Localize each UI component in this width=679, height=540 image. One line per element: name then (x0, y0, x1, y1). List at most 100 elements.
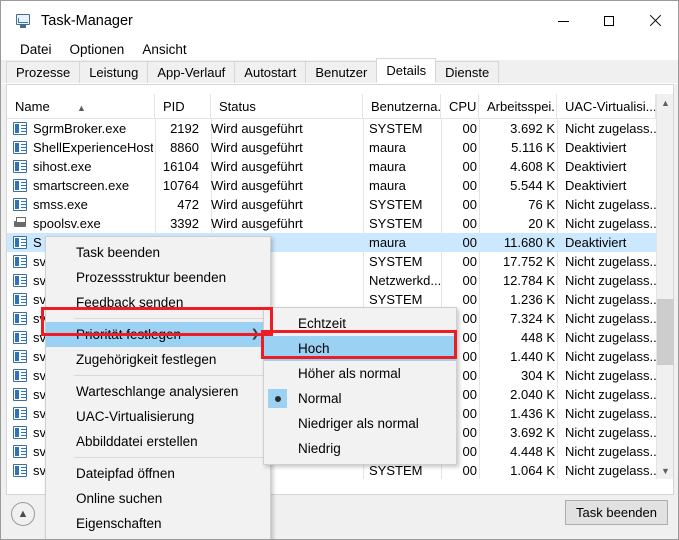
cell-user: SYSTEM (369, 197, 423, 212)
cell-uac: Nicht zugelass... (565, 330, 656, 345)
scroll-up-button[interactable]: ▲ (657, 94, 674, 111)
column-header-cpu[interactable]: CPU (441, 94, 479, 119)
priority-submenu-item[interactable]: Höher als normal (264, 361, 456, 386)
cell-mem: 1.440 K (510, 349, 555, 364)
context-menu[interactable]: Task beenden Prozessstruktur beenden Feedb… (45, 236, 271, 539)
tab-benutzer[interactable]: Benutzer (305, 61, 378, 83)
priority-submenu-item[interactable]: Niedrig (264, 436, 456, 461)
cell-mem: 12.784 K (502, 273, 555, 288)
context-menu-separator (74, 457, 268, 458)
context-menu-item[interactable]: Task beenden (46, 240, 270, 265)
cell-name: ShellExperienceHost.... (33, 140, 153, 155)
tab-leistung[interactable]: Leistung (79, 61, 149, 83)
tab-dienste[interactable]: Dienste (435, 61, 500, 83)
tab-app-verlauf[interactable]: App-Verlauf (147, 61, 236, 83)
context-menu-item[interactable]: Feedback senden (46, 290, 270, 315)
cell-user: SYSTEM (369, 254, 423, 269)
cell-status: Wird ausgeführt (211, 216, 303, 231)
app-icon (13, 255, 27, 268)
menu-item-ansicht[interactable]: Ansicht (133, 40, 195, 59)
cell-pid: 8860 (170, 140, 199, 155)
context-menu-item-label: Feedback senden (76, 295, 184, 310)
app-icon (13, 198, 27, 211)
context-menu-item[interactable]: Zugehörigkeit festlegen (46, 347, 270, 372)
fewer-details-button[interactable]: ▲ (11, 502, 35, 526)
table-row[interactable]: spoolsv.exe 3392 Wird ausgeführt SYSTEM 00 20… (7, 214, 656, 233)
app-icon (13, 274, 27, 287)
sort-ascending-icon: ▲ (77, 103, 86, 113)
table-row[interactable]: SgrmBroker.exe 2192 Wird ausgeführt SYSTEM 0… (7, 119, 656, 138)
cell-uac: Nicht zugelass... (565, 254, 656, 269)
cell-cpu: 00 (462, 140, 477, 155)
menu-item-datei[interactable]: Datei (11, 40, 61, 59)
tab-autostart[interactable]: Autostart (234, 61, 307, 83)
cell-cpu: 00 (462, 273, 477, 288)
end-task-button[interactable]: Task beenden (565, 500, 668, 525)
priority-submenu-item-label: Normal (298, 391, 342, 406)
minimize-button[interactable] (540, 1, 586, 41)
column-header-uac-virtualisierung[interactable]: UAC-Virtualisi... (557, 94, 656, 119)
app-icon (13, 350, 27, 363)
cell-mem: 76 K (528, 197, 555, 212)
cell-uac: Deaktiviert (565, 140, 627, 155)
context-menu-item[interactable]: Abbilddatei erstellen (46, 429, 270, 454)
priority-submenu[interactable]: Echtzeit Hoch Höher als normal Normal Niedri… (263, 307, 457, 465)
cell-cpu: 00 (462, 254, 477, 269)
app-icon (13, 160, 27, 173)
cell-name: smss.exe (33, 197, 88, 212)
priority-submenu-item[interactable]: Echtzeit (264, 311, 456, 336)
column-header-status[interactable]: Status (211, 94, 363, 119)
close-button[interactable] (632, 1, 678, 41)
cell-user: SYSTEM (369, 216, 423, 231)
cell-uac: Nicht zugelass... (565, 463, 656, 478)
window-title: Task-Manager (41, 13, 133, 29)
cell-uac: Nicht zugelass... (565, 444, 656, 459)
scroll-down-button[interactable]: ▼ (657, 462, 674, 479)
table-row[interactable]: smartscreen.exe 10764 Wird ausgeführt maura… (7, 176, 656, 195)
context-menu-item-label: Prozessstruktur beenden (76, 270, 227, 285)
cell-status: Wird ausgeführt (211, 140, 303, 155)
app-icon (13, 312, 27, 325)
column-header-arbeitsspeicher[interactable]: Arbeitsspei... (479, 94, 557, 119)
app-icon (13, 179, 27, 192)
column-header-name[interactable]: Name ▲ (7, 94, 155, 119)
context-menu-item[interactable]: Eigenschaften (46, 511, 270, 536)
context-menu-item-label: Eigenschaften (76, 516, 162, 531)
cell-name: SgrmBroker.exe (33, 121, 127, 136)
tab-prozesse[interactable]: Prozesse (6, 61, 81, 83)
column-header-benutzername[interactable]: Benutzerna... (363, 94, 441, 119)
priority-submenu-item[interactable]: Niedriger als normal (264, 411, 456, 436)
cell-user: maura (369, 159, 406, 174)
context-menu-separator (74, 318, 268, 319)
printer-icon (13, 217, 27, 230)
context-menu-item[interactable]: Online suchen (46, 486, 270, 511)
column-header-name-label: Name (15, 99, 50, 114)
app-icon (13, 426, 27, 439)
priority-submenu-item-label: Höher als normal (298, 366, 401, 381)
menu-item-optionen[interactable]: Optionen (61, 40, 134, 59)
table-row[interactable]: ShellExperienceHost.... 8860 Wird ausgefüh… (7, 138, 656, 157)
cell-uac: Nicht zugelass... (565, 387, 656, 402)
column-header-pid[interactable]: PID (155, 94, 211, 119)
table-row[interactable]: sihost.exe 16104 Wird ausgeführt maura 00 4.6… (7, 157, 656, 176)
app-icon (13, 407, 27, 420)
task-manager-window: Task-Manager Datei Optionen Ansicht Proz… (0, 0, 679, 540)
cell-uac: Nicht zugelass... (565, 425, 656, 440)
context-menu-item[interactable]: Zu Dienst(en) wechseln (46, 536, 270, 539)
table-row[interactable]: smss.exe 472 Wird ausgeführt SYSTEM 00 76 K Ni… (7, 195, 656, 214)
vertical-scrollbar[interactable]: ▲ ▼ (656, 94, 674, 479)
maximize-button[interactable] (586, 1, 632, 41)
context-menu-item[interactable]: Priorität festlegen ❯ (46, 322, 270, 347)
context-menu-item[interactable]: UAC-Virtualisierung (46, 404, 270, 429)
context-menu-item[interactable]: Dateipfad öffnen (46, 461, 270, 486)
menu-bar: Datei Optionen Ansicht (1, 37, 678, 61)
priority-submenu-item[interactable]: Hoch (264, 336, 456, 361)
scrollbar-thumb[interactable] (657, 299, 674, 365)
tab-details[interactable]: Details (376, 58, 437, 83)
context-menu-item[interactable]: Prozessstruktur beenden (46, 265, 270, 290)
window-controls (540, 1, 678, 41)
cell-mem: 4.608 K (510, 159, 555, 174)
context-menu-item-label: Abbilddatei erstellen (76, 434, 198, 449)
priority-submenu-item[interactable]: Normal (264, 386, 456, 411)
context-menu-item[interactable]: Warteschlange analysieren (46, 379, 270, 404)
